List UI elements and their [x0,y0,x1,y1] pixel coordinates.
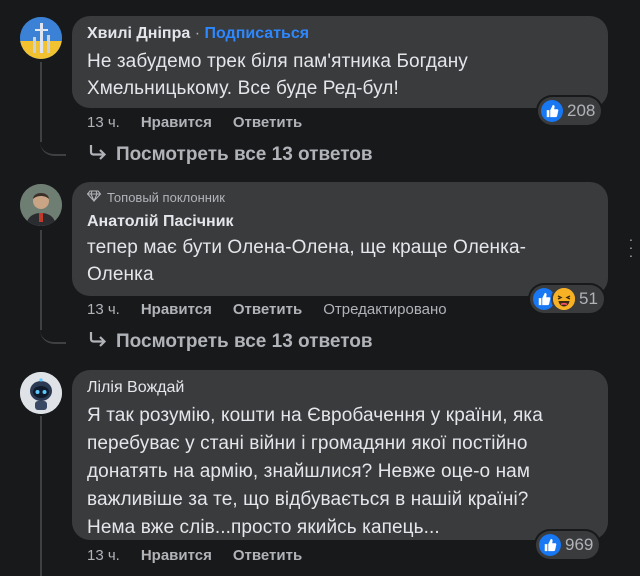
reaction-summary[interactable]: 208 [538,97,602,125]
like-icon [539,534,561,556]
comment-text-line: Я так розумію, кошти на Євробачення у кр… [87,405,543,426]
comment-text-line: Не забудемо трек біля пам'ятника Богдану [87,51,468,72]
reaction-count: 969 [565,535,594,554]
author-name[interactable]: Хвилі Дніпра [87,25,190,42]
view-replies-link[interactable]: Посмотреть все 13 ответов [88,144,373,166]
comment-bubble: Хвилі Дніпра · Подписаться Не забудемо т… [72,16,608,108]
avatar[interactable] [20,17,62,59]
comment-text: тепер має бути Олена-Олена, ще краще Оле… [87,234,594,288]
reaction-summary[interactable]: 969 [536,531,600,559]
reply-arrow-icon [88,144,108,166]
diamond-badge-icon [86,190,102,206]
thread-curve [40,318,66,344]
comment-text-line: Хмельницькому. Все буде Ред-бул! [87,78,399,99]
comment-text-line: тепер має бути Олена-Олена, ще краще Оле… [87,237,527,258]
reply-button[interactable]: Ответить [233,547,302,565]
more-options-icon[interactable]: · · · [628,232,634,262]
like-icon [533,288,555,310]
like-button[interactable]: Нравится [141,547,212,565]
like-button[interactable]: Нравится [141,114,212,132]
comment-text-line: перебуває у стані війни і громадяни якої… [87,433,528,454]
like-icon [541,100,563,122]
like-button[interactable]: Нравится [141,301,212,319]
comment-text-line: донатять на армію, знайшлися? Невже оце-… [87,461,531,482]
reply-button[interactable]: Ответить [233,114,302,132]
edited-label[interactable]: Отредактировано [323,301,446,319]
comment-header: Хвилі Дніпра · Подписаться [87,24,594,44]
thread-line [40,230,42,330]
thread-curve [40,120,66,156]
author-name[interactable]: Лілія Вождай [87,379,184,396]
view-replies-link[interactable]: Посмотреть все 13 ответов [88,331,373,353]
avatar[interactable] [20,184,62,226]
thread-line [40,416,42,576]
comment-actions: 13 ч. Нравится Ответить [87,547,302,565]
haha-icon [553,288,575,310]
badge-label: Топовый поклонник [107,190,225,205]
reply-arrow-icon [88,331,108,353]
fan-badge: Топовый поклонник [86,190,594,206]
author-name[interactable]: Анатолій Пасічник [87,213,234,230]
subscribe-link[interactable]: Подписаться [204,25,309,42]
view-replies-label: Посмотреть все 13 ответов [116,331,373,352]
comment-header: Лілія Вождай [87,378,594,398]
comment-bubble: Топовый поклонник Анатолій Пасічник тепе… [72,182,608,296]
view-replies-label: Посмотреть все 13 ответов [116,144,373,165]
avatar[interactable] [20,372,62,414]
comment-actions: 13 ч. Нравится Ответить Отредактировано [87,301,447,319]
timestamp[interactable]: 13 ч. [87,301,120,319]
comment-actions: 13 ч. Нравится Ответить [87,114,302,132]
comment-bubble: Лілія Вождай Я так розумію, кошти на Євр… [72,370,608,540]
reaction-count: 208 [567,101,596,120]
comment-text: Я так розумію, кошти на Євробачення у кр… [87,402,594,542]
reply-button[interactable]: Ответить [233,301,302,319]
comment-text-line: важливіше за те, що відбувається в нашій… [87,489,529,510]
comment-text: Не забудемо трек біля пам'ятника Богдану… [87,48,594,102]
separator: · [194,25,201,42]
comment-header: Анатолій Пасічник [87,212,594,232]
comment-text-line: Оленка [87,264,154,285]
timestamp[interactable]: 13 ч. [87,547,120,565]
comment-text-line: Нема вже слів...просто якийсь капець... [87,517,440,538]
reaction-summary[interactable]: 51 [530,285,604,313]
timestamp[interactable]: 13 ч. [87,114,120,132]
reaction-count: 51 [579,289,598,308]
